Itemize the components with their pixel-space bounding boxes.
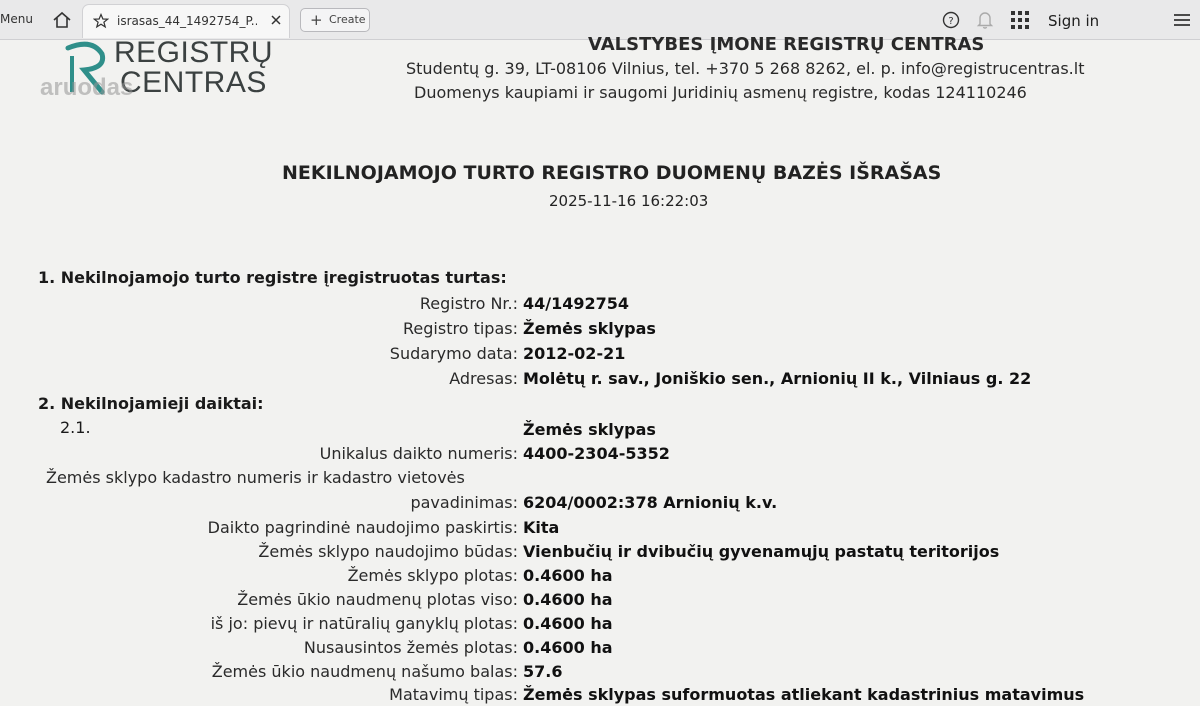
field-value: 0.4600 ha (523, 590, 613, 609)
tab-title: israsas_44_1492754_P... (117, 14, 257, 28)
field-value: Vienbučių ir dvibučių gyvenamųjų pastatų… (523, 542, 1000, 561)
field-value: 57.6 (523, 662, 563, 681)
field-value: 44/1492754 (523, 294, 630, 313)
field-value: 6204/0002:378 Arnionių k.v. (523, 493, 778, 512)
field-label: Žemės sklypo kadastro numeris ir kadastr… (46, 468, 465, 487)
organization-address: Studentų g. 39, LT-08106 Vilnius, tel. +… (406, 59, 1085, 78)
field-value: 4400-2304-5352 (523, 444, 670, 463)
more-icon[interactable] (1172, 10, 1192, 30)
item-title: Žemės sklypas (523, 420, 656, 439)
field-label: Registro Nr.: (419, 294, 518, 313)
field-value: 0.4600 ha (523, 614, 613, 633)
field-value: Žemės sklypas (523, 319, 656, 338)
apps-icon[interactable] (1010, 10, 1030, 30)
help-icon[interactable]: ? (942, 11, 960, 29)
field-label: Žemės ūkio naudmenų plotas viso: (237, 590, 518, 609)
field-label: Adresas: (449, 369, 518, 388)
organization-registry: Duomenys kaupiami ir saugomi Juridinių a… (414, 83, 1027, 102)
item-number: 2.1. (60, 418, 91, 437)
logo-text-centras: CENTRAS (120, 66, 267, 99)
field-value: 0.4600 ha (523, 638, 613, 657)
field-value: 0.4600 ha (523, 566, 613, 585)
document-datetime: 2025-11-16 16:22:03 (549, 192, 709, 210)
document-title: NEKILNOJAMOJO TURTO REGISTRO DUOMENŲ BAZ… (282, 162, 942, 184)
field-label: Unikalus daikto numeris: (319, 444, 518, 463)
create-button[interactable]: + Create (300, 8, 370, 32)
create-label: Create (329, 13, 366, 26)
field-label: Sudarymo data: (389, 344, 518, 363)
field-label: Registro tipas: (403, 319, 518, 338)
field-label: Žemės ūkio naudmenų našumo balas: (211, 662, 518, 681)
section-1-heading: 1. Nekilnojamojo turto registre įregistr… (38, 268, 507, 287)
field-label: Daikto pagrindinė naudojimo paskirtis: (207, 518, 518, 537)
plus-icon: + (310, 11, 323, 29)
document-page: REGISTRŲ CENTRAS aruodas VALSTYBES ĮMONE… (0, 34, 1200, 706)
field-label: Žemės sklypo plotas: (347, 566, 518, 585)
field-label: Žemės sklypo naudojimo būdas: (258, 542, 518, 561)
star-icon[interactable] (93, 13, 109, 29)
menu-button[interactable]: Menu (0, 12, 33, 26)
field-value: 2012-02-21 (523, 344, 626, 363)
field-label: Matavimų tipas: (389, 685, 518, 704)
watermark: aruodas (40, 74, 134, 101)
tab-active[interactable]: israsas_44_1492754_P... (82, 4, 290, 38)
field-value: Kita (523, 518, 560, 537)
section-2-heading: 2. Nekilnojamieji daiktai: (38, 394, 264, 413)
field-value: Molėtų r. sav., Joniškio sen., Arnionių … (523, 369, 1032, 388)
field-label: Nusausintos žemės plotas: (303, 638, 518, 657)
organization-name: VALSTYBES ĮMONE REGISTRŲ CENTRAS (588, 34, 985, 55)
home-icon[interactable] (52, 10, 72, 30)
logo-text-registru: REGISTRŲ (114, 36, 274, 69)
field-label: iš jo: pievų ir natūralių ganyklų plotas… (210, 614, 518, 633)
sign-in-button[interactable]: Sign in (1048, 12, 1099, 30)
field-label: pavadinimas: (410, 493, 518, 512)
bell-icon[interactable] (976, 10, 994, 30)
field-value: Žemės sklypas suformuotas atliekant kada… (523, 685, 1085, 704)
svg-text:?: ? (948, 16, 953, 27)
close-icon[interactable] (269, 13, 283, 27)
